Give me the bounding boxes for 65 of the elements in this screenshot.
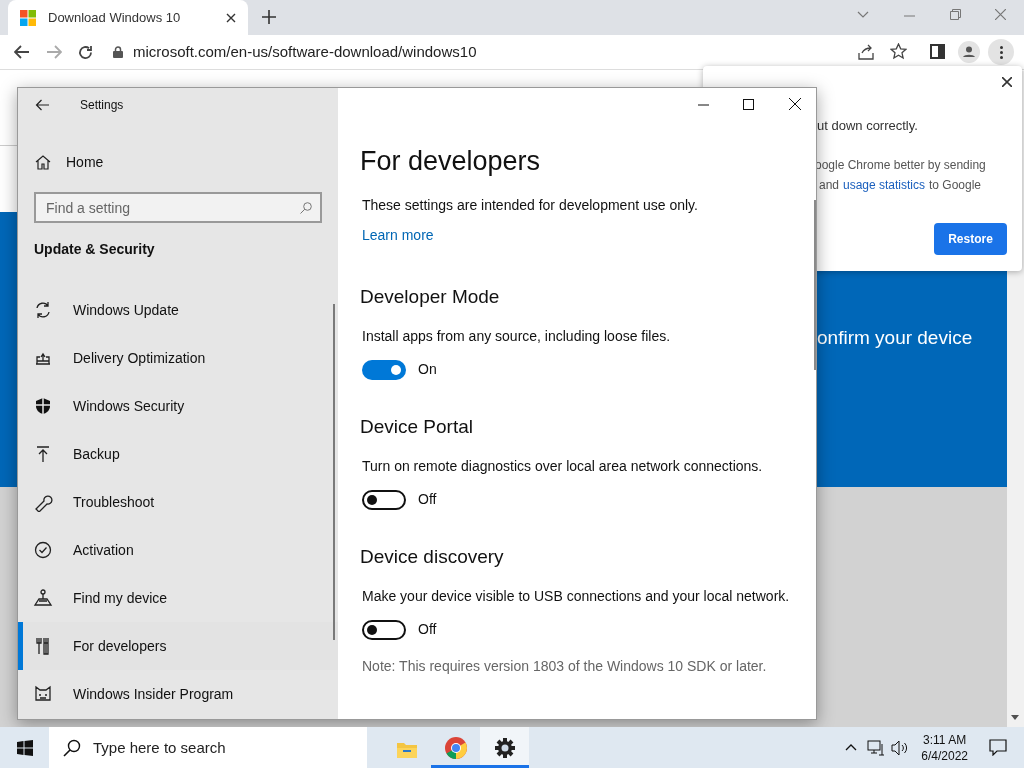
gear-icon xyxy=(492,735,517,760)
description-text: Make your device visible to USB connections and your local network. xyxy=(362,587,791,606)
chevron-up-icon[interactable] xyxy=(845,744,858,751)
popup-message: ut down correctly. xyxy=(817,117,918,135)
toggle-switch[interactable] xyxy=(362,489,406,510)
menu-button[interactable] xyxy=(988,39,1014,65)
windows-logo-icon xyxy=(20,9,36,26)
toggle-label: Off xyxy=(418,620,437,639)
speaker-icon[interactable] xyxy=(891,739,910,756)
usage-statistics-link[interactable]: usage statistics xyxy=(843,176,926,194)
group-heading: Device Portal xyxy=(360,415,474,439)
home-icon xyxy=(35,154,51,170)
reload-icon[interactable] xyxy=(78,44,93,60)
restore-button[interactable]: Restore xyxy=(934,223,1007,255)
popup-text: and xyxy=(819,177,840,194)
shield-icon xyxy=(33,396,53,416)
back-arrow-icon[interactable] xyxy=(35,99,49,111)
wrench-icon xyxy=(33,492,53,512)
search-icon xyxy=(63,739,81,757)
tab-title: Download Windows 10 xyxy=(48,8,182,27)
lock-icon xyxy=(113,46,123,58)
toggle-switch[interactable] xyxy=(362,359,406,380)
toggle-switch[interactable] xyxy=(362,619,406,640)
nav-item[interactable]: Home xyxy=(18,144,338,180)
restore-icon[interactable] xyxy=(950,9,961,20)
group-heading: Device discovery xyxy=(360,545,505,569)
close-icon[interactable] xyxy=(226,12,236,23)
search-icon xyxy=(300,202,312,214)
new-tab-icon[interactable] xyxy=(262,10,276,24)
address-bar[interactable]: microsoft.com/en-us/software-download/windows10 xyxy=(113,40,893,64)
cat-face-icon xyxy=(33,684,53,704)
share-icon[interactable] xyxy=(858,44,874,60)
toggle-label: On xyxy=(418,360,437,379)
description-text: Install apps from any source, including loose files. xyxy=(362,327,672,346)
maximize-icon[interactable] xyxy=(743,99,754,110)
scroll-down-icon[interactable] xyxy=(1011,715,1019,720)
chrome-icon xyxy=(443,735,468,760)
star-icon[interactable] xyxy=(890,43,907,60)
back-arrow-icon[interactable] xyxy=(14,45,30,59)
group-heading: Developer Mode xyxy=(360,285,501,309)
page-heading: For developers xyxy=(360,145,542,177)
window-title: Settings xyxy=(80,97,124,114)
search-field[interactable]: Find a setting xyxy=(34,192,322,223)
learn-more-link[interactable]: Learn more xyxy=(362,225,434,246)
banner-text: onfirm your device xyxy=(817,326,973,350)
note-text: Note: This requires version 1803 of the Windows 10 SDK or later. xyxy=(362,657,768,676)
notification-icon[interactable] xyxy=(989,739,1007,756)
chevron-down-icon[interactable] xyxy=(857,11,869,19)
intro-text: These settings are intended for development use only. xyxy=(362,196,699,215)
toggle-label: Off xyxy=(418,490,437,509)
taskbar-app-button[interactable] xyxy=(480,727,529,768)
start-icon[interactable] xyxy=(17,739,33,756)
section-heading: Update & Security xyxy=(34,240,156,259)
popup-text: to Google xyxy=(929,177,982,194)
profile-icon[interactable] xyxy=(958,41,980,63)
browser-tab[interactable]: Download Windows 10 xyxy=(8,0,248,35)
side-panel-icon[interactable] xyxy=(930,44,945,59)
check-circle-icon xyxy=(33,540,53,560)
close-icon[interactable] xyxy=(789,98,801,110)
clock[interactable]: 3:11 AM 6/4/2022 xyxy=(921,731,968,764)
person-pin-icon xyxy=(33,588,53,608)
description-text: Turn on remote diagnostics over local area network connections. xyxy=(362,457,764,476)
close-icon[interactable] xyxy=(1002,77,1012,87)
network-icon[interactable] xyxy=(867,739,886,756)
taskbar-search-field[interactable]: Type here to search xyxy=(49,727,367,768)
